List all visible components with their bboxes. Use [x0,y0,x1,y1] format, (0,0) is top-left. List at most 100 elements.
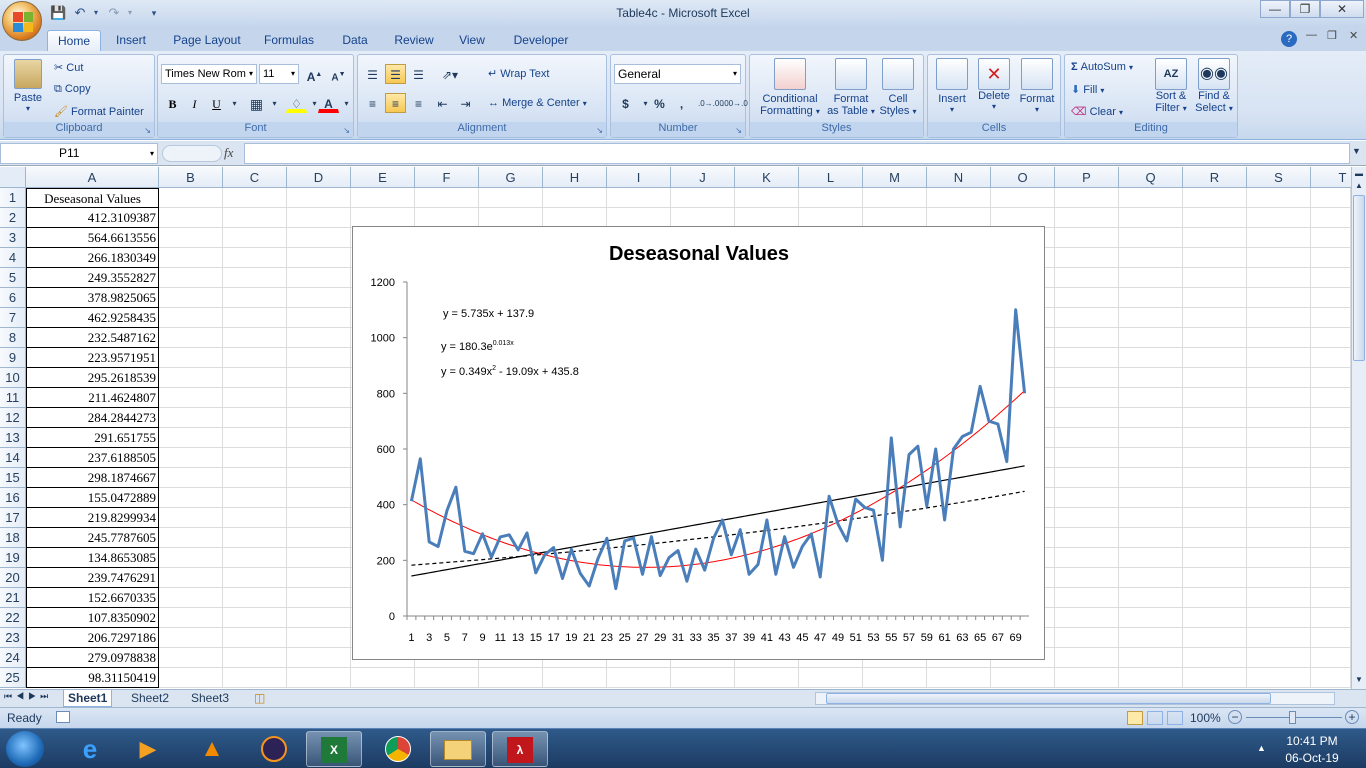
column-header[interactable]: Q [1119,167,1183,188]
column-header[interactable]: S [1247,167,1311,188]
paste-button[interactable]: Paste ▾ [10,59,46,115]
page-layout-view-icon[interactable] [1147,711,1163,725]
tab-formulas[interactable]: Formulas [258,30,320,51]
currency-button[interactable]: $ [615,93,636,113]
row-header[interactable]: 19 [0,548,26,568]
cell-styles-button[interactable]: Cell Styles ▾ [876,58,920,117]
column-header[interactable]: M [863,167,927,188]
column-header[interactable]: E [351,167,415,188]
align-center-icon[interactable]: ≡ [385,93,406,113]
data-cell[interactable]: 219.8299934 [26,508,159,528]
insert-cells-button[interactable]: Insert ▾ [932,58,972,114]
dialog-launcher-icon[interactable]: ↘ [596,126,603,135]
data-cell[interactable]: 98.31150419 [26,668,159,688]
align-right-icon[interactable]: ≡ [408,93,429,113]
merge-center-button[interactable]: ↔ Merge & Center ▾ [488,97,587,109]
internet-explorer-icon[interactable]: e [62,731,118,767]
column-header[interactable]: P [1055,167,1119,188]
row-header[interactable]: 12 [0,408,26,428]
row-header[interactable]: 17 [0,508,26,528]
data-cell[interactable]: 462.9258435 [26,308,159,328]
cut-button[interactable]: ✂ Cut [54,61,83,74]
data-cell[interactable]: 279.0978838 [26,648,159,668]
tab-page-layout[interactable]: Page Layout [167,30,247,51]
dialog-launcher-icon[interactable]: ↘ [144,126,151,135]
data-cell[interactable]: 564.6613556 [26,228,159,248]
data-cell[interactable]: 223.9571951 [26,348,159,368]
format-cells-button[interactable]: Format ▾ [1016,58,1058,114]
column-header[interactable]: R [1183,167,1247,188]
scroll-up-icon[interactable]: ▲ [1353,181,1365,190]
data-cell[interactable]: 249.3552827 [26,268,159,288]
underline-dropdown-icon[interactable]: ▾ [224,93,245,113]
normal-view-icon[interactable] [1127,711,1143,725]
formula-bar-expander[interactable] [162,145,222,162]
borders-dropdown-icon[interactable]: ▾ [264,93,285,113]
decrease-decimal-button[interactable]: .00→.0 [721,93,748,113]
empty-cells-row[interactable] [159,188,1351,208]
row-header[interactable]: 13 [0,428,26,448]
format-painter-button[interactable]: 🖌 Format Painter [54,105,144,118]
sheet-tab-sheet2[interactable]: Sheet2 [127,690,173,707]
font-color-dropdown-icon[interactable]: ▾ [336,93,357,113]
data-cell[interactable]: 155.0472889 [26,488,159,508]
row-header[interactable]: 5 [0,268,26,288]
data-cell[interactable]: 295.2618539 [26,368,159,388]
copy-button[interactable]: ⧉ Copy [54,83,91,96]
ribbon-close-icon[interactable]: ✕ [1349,29,1358,42]
sheet-navigation-icons[interactable]: ⏮◀▶⏭ [4,691,52,702]
data-cell[interactable]: 298.1874667 [26,468,159,488]
data-cell[interactable]: 245.7787605 [26,528,159,548]
data-cell[interactable]: 232.5487162 [26,328,159,348]
row-header[interactable]: 8 [0,328,26,348]
data-cell[interactable]: 266.1830349 [26,248,159,268]
increase-indent-icon[interactable]: ⇥ [455,93,476,113]
zoom-level[interactable]: 100% [1190,711,1221,725]
italic-button[interactable]: I [184,93,205,113]
horizontal-scrollbar[interactable] [815,692,1335,705]
column-header[interactable]: N [927,167,991,188]
data-cell[interactable]: 107.8350902 [26,608,159,628]
format-as-table-button[interactable]: Format as Table ▾ [824,58,878,117]
row-header[interactable]: 9 [0,348,26,368]
row-header[interactable]: 11 [0,388,26,408]
sheet-tab-sheet3[interactable]: Sheet3 [187,690,233,707]
scroll-thumb[interactable] [1353,195,1365,361]
acrobat-icon[interactable]: λ [492,731,548,767]
macro-record-icon[interactable] [56,711,70,723]
column-header[interactable]: L [799,167,863,188]
data-cell[interactable]: 291.651755 [26,428,159,448]
column-header[interactable]: A [26,167,159,188]
sort-filter-button[interactable]: AZ Sort & Filter ▾ [1151,58,1191,114]
office-button[interactable] [2,1,42,41]
row-header[interactable]: 1 [0,188,26,208]
column-header[interactable]: T [1311,167,1351,188]
row-header[interactable]: 16 [0,488,26,508]
column-a-header-cell[interactable]: Deseasonal Values [26,188,159,208]
formula-input[interactable] [244,143,1350,164]
tab-home[interactable]: Home [47,30,101,51]
tab-insert[interactable]: Insert [108,30,154,51]
tab-developer[interactable]: Developer [507,30,575,51]
data-cell[interactable]: 152.6670335 [26,588,159,608]
clock-date[interactable]: 06-Oct-19 [1280,751,1344,765]
empty-cells-row[interactable] [159,668,1351,688]
dialog-launcher-icon[interactable]: ↘ [735,126,742,135]
horizontal-scroll-thumb[interactable] [826,693,1271,704]
start-button[interactable] [6,731,44,767]
column-header[interactable]: G [479,167,543,188]
clock-time[interactable]: 10:41 PM [1280,734,1344,748]
row-header[interactable]: 7 [0,308,26,328]
chart[interactable]: Deseasonal Values 0 200 400 600 800 1000 1200 … [352,226,1045,660]
dialog-launcher-icon[interactable]: ↘ [343,126,350,135]
row-header[interactable]: 3 [0,228,26,248]
bold-button[interactable]: B [162,93,183,113]
column-header[interactable]: C [223,167,287,188]
excel-taskbar-icon[interactable]: X [306,731,362,767]
column-header[interactable]: I [607,167,671,188]
close-button[interactable]: ✕ [1320,0,1364,18]
data-cell[interactable]: 211.4624807 [26,388,159,408]
delete-cells-button[interactable]: ✕ Delete ▾ [974,58,1014,111]
increase-decimal-button[interactable]: .0→.00 [697,93,724,113]
grow-font-button[interactable]: A▲ [304,64,325,84]
